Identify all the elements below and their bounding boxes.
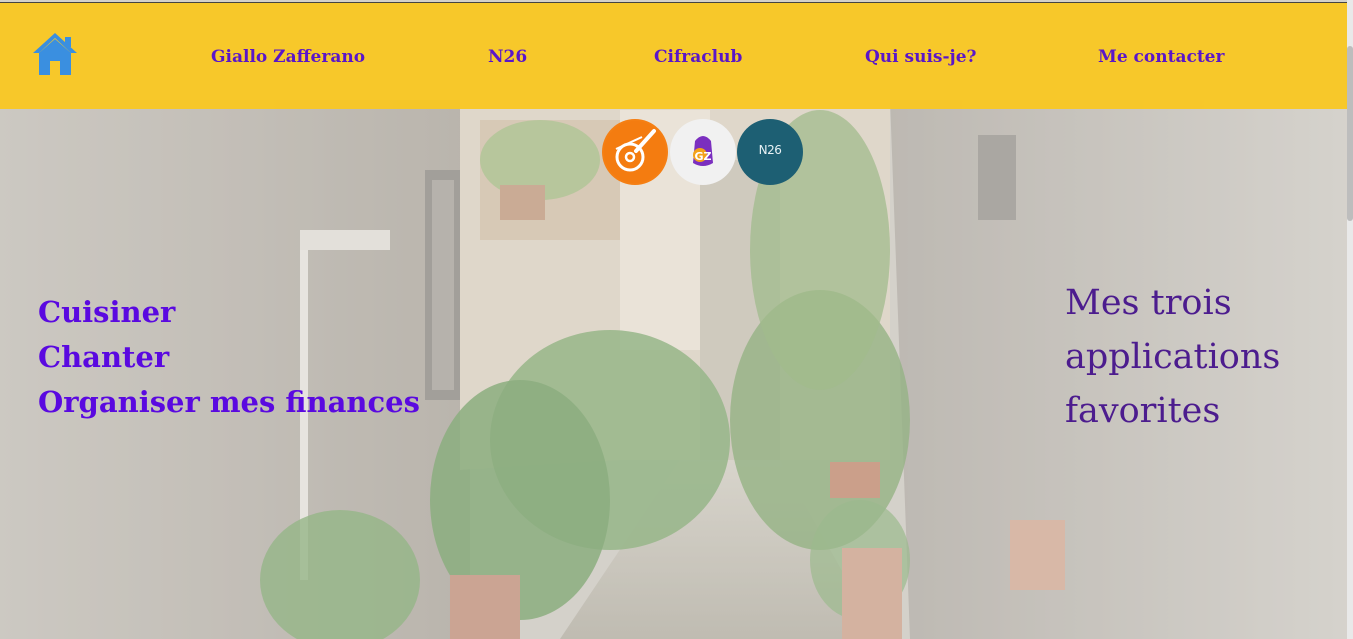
gz-logo: GZ — [672, 121, 734, 183]
home-icon[interactable] — [31, 31, 79, 77]
favorites-heading: Mes trois applications favorites — [1065, 283, 1281, 431]
scrollbar-thumb[interactable] — [1347, 46, 1353, 221]
activities-list: Cuisiner Chanter Organiser mes finances — [38, 290, 420, 425]
activity-item: Cuisiner — [38, 295, 176, 329]
giallo-zafferano-logo[interactable]: GZ — [670, 119, 736, 185]
n26-logo-text: N26 — [758, 143, 782, 157]
guitar-icon — [604, 121, 666, 183]
activity-item: Chanter — [38, 340, 170, 374]
n26-logo[interactable]: N26 — [737, 119, 803, 185]
cifraclub-logo[interactable] — [602, 119, 668, 185]
navbar: Giallo Zafferano N26 Cifraclub Qui suis-… — [0, 2, 1353, 109]
svg-text:GZ: GZ — [694, 150, 711, 163]
activity-item: Organiser mes finances — [38, 385, 420, 419]
nav-link-qui-suis-je[interactable]: Qui suis-je? — [865, 47, 977, 67]
nav-link-cifraclub[interactable]: Cifraclub — [654, 47, 742, 67]
scrollbar[interactable] — [1347, 0, 1353, 639]
nav-link-n26[interactable]: N26 — [488, 47, 527, 67]
nav-link-me-contacter[interactable]: Me contacter — [1098, 47, 1224, 67]
nav-link-giallo-zafferano[interactable]: Giallo Zafferano — [211, 47, 365, 67]
